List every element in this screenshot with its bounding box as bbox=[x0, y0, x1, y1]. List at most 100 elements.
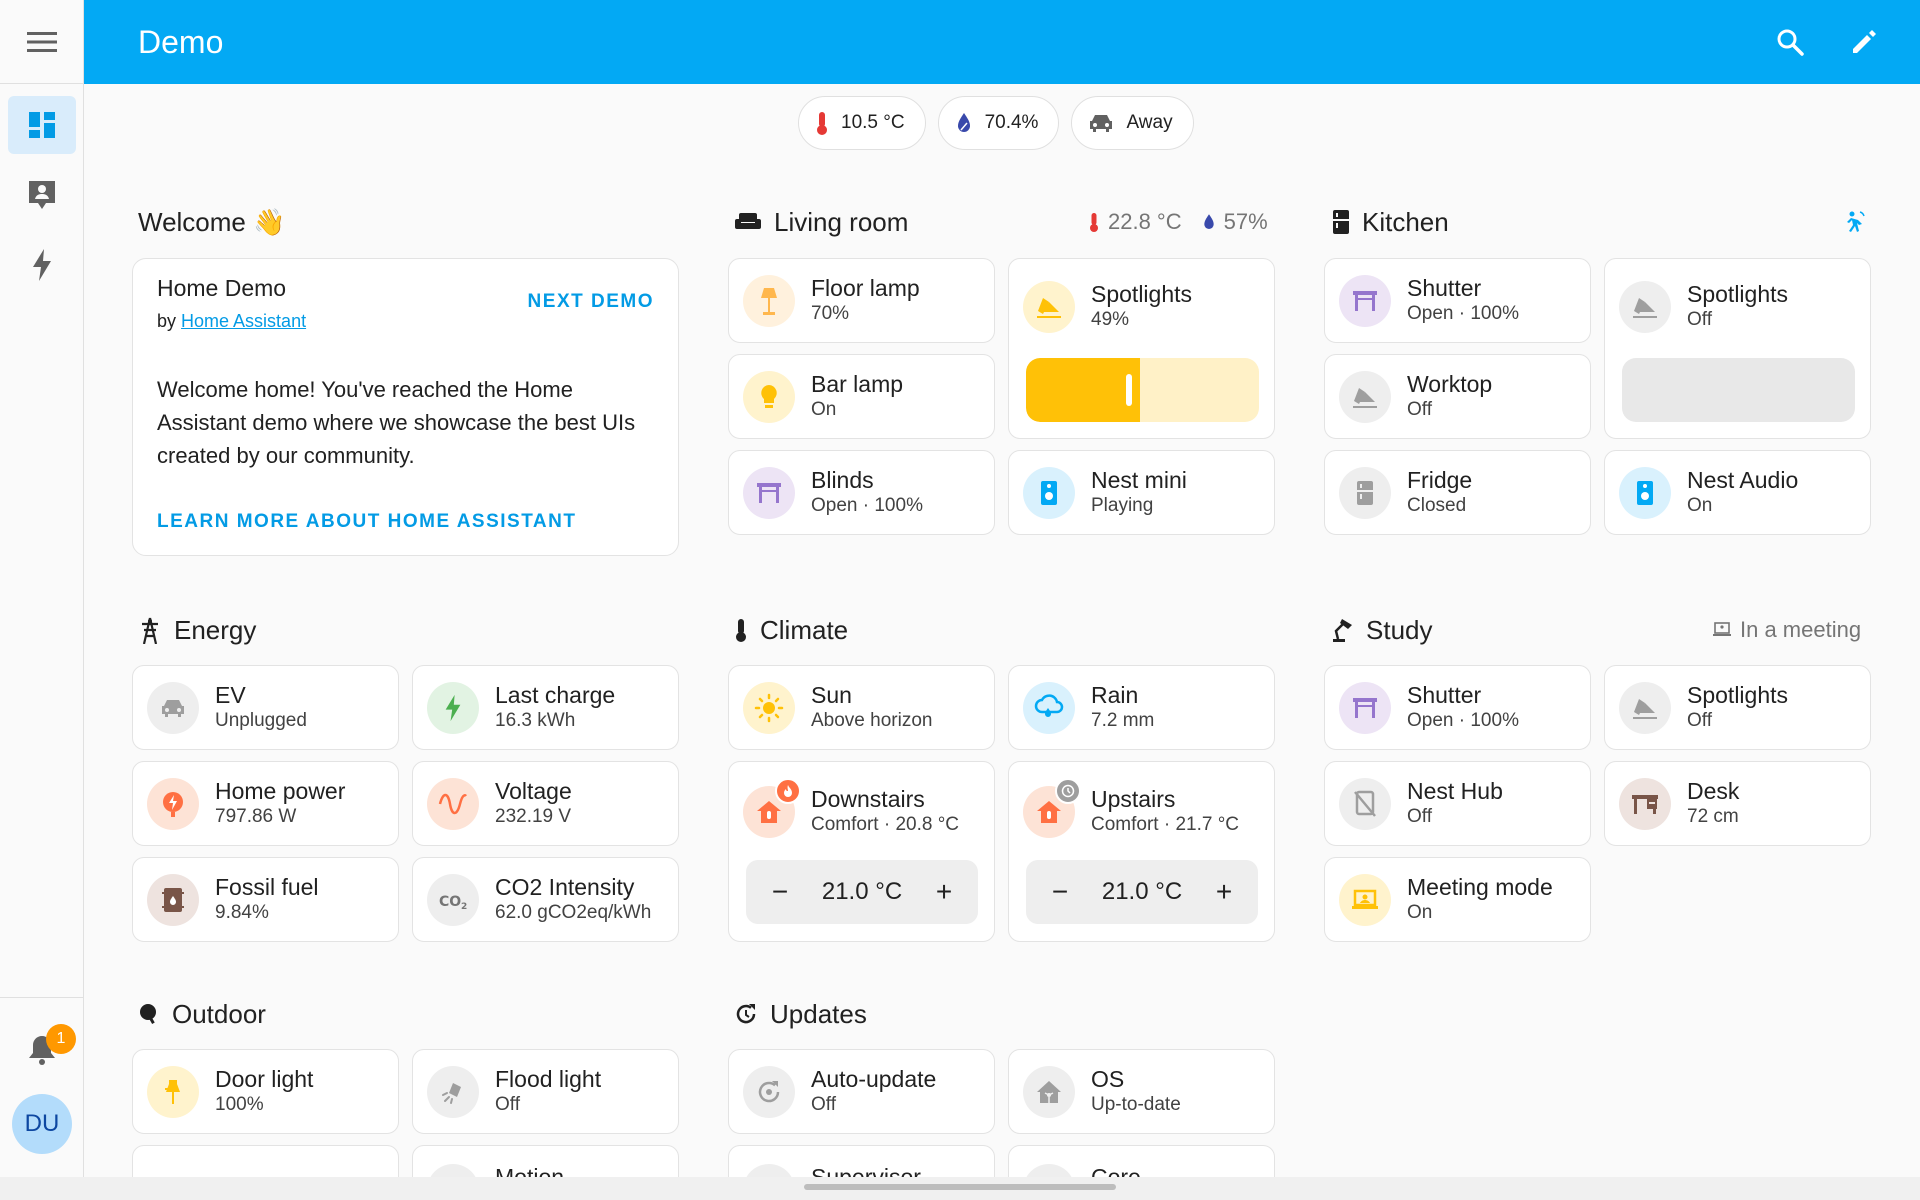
edit-dashboard-button[interactable] bbox=[1842, 20, 1886, 64]
tile-desk[interactable]: Desk 72 cm bbox=[1604, 761, 1871, 846]
molecule-co2-icon[interactable]: CO 2 bbox=[427, 873, 479, 926]
laptop-account-icon[interactable] bbox=[1339, 873, 1391, 926]
tile-study-spotlights[interactable]: Spotlights Off bbox=[1604, 665, 1871, 750]
badge-outdoor-temperature[interactable]: 10.5 °C bbox=[798, 96, 926, 150]
tile-bar-lamp[interactable]: Bar lamp On bbox=[728, 354, 995, 439]
tile-fossil-fuel[interactable]: Fossil fuel 9.84% bbox=[132, 857, 399, 942]
tile-blinds[interactable]: Blinds Open · 100% bbox=[728, 450, 995, 535]
tile-name: Shutter bbox=[1407, 682, 1482, 708]
tile-floor-lamp[interactable]: Floor lamp 70% bbox=[728, 258, 995, 343]
decrease-temperature-button[interactable]: − bbox=[1048, 876, 1072, 908]
user-avatar[interactable]: DU bbox=[12, 1094, 72, 1154]
learn-more-link[interactable]: LEARN MORE ABOUT HOME ASSISTANT bbox=[157, 511, 576, 533]
desk-icon[interactable] bbox=[1619, 777, 1671, 830]
laptop-account-icon bbox=[1713, 622, 1731, 636]
tile-state: 100% bbox=[215, 1094, 264, 1115]
tile-state: Unplugged bbox=[215, 710, 307, 731]
home-assistant-icon[interactable] bbox=[1023, 1065, 1075, 1118]
tile-study-shutter[interactable]: Shutter Open · 100% bbox=[1324, 665, 1591, 750]
badge-value: 10.5 °C bbox=[841, 112, 905, 133]
top-app-bar: Demo bbox=[84, 0, 1920, 84]
blinds-open-icon[interactable] bbox=[743, 466, 795, 519]
tile-state: Comfort · 20.8 °C bbox=[811, 814, 960, 835]
welcome-card-title: Home Demo bbox=[157, 275, 287, 301]
tile-door-light[interactable]: Door light 100% bbox=[132, 1049, 399, 1134]
spotlight-icon[interactable] bbox=[1619, 681, 1671, 734]
tile-home-power[interactable]: Home power 797.86 W bbox=[132, 761, 399, 846]
sidebar-item-map[interactable] bbox=[8, 166, 76, 224]
sidebar-item-energy[interactable] bbox=[8, 236, 76, 294]
tile-meeting-mode[interactable]: Meeting mode On bbox=[1324, 857, 1591, 942]
home-thermometer-icon[interactable] bbox=[743, 778, 801, 838]
home-thermometer-icon[interactable] bbox=[1023, 778, 1081, 838]
power-plug-icon[interactable] bbox=[147, 777, 199, 830]
section-title-text: Climate bbox=[760, 614, 849, 645]
lightbulb-icon[interactable] bbox=[743, 370, 795, 423]
spotlights-brightness-slider[interactable] bbox=[1026, 358, 1259, 422]
tile-nest-mini[interactable]: Nest mini Playing bbox=[1008, 450, 1275, 535]
fridge-icon[interactable] bbox=[1339, 466, 1391, 519]
badge-outdoor-humidity[interactable]: 70.4% bbox=[937, 96, 1060, 150]
tile-flood-light[interactable]: Flood light Off bbox=[412, 1049, 679, 1134]
outdoor-lamp-icon[interactable] bbox=[147, 1065, 199, 1118]
next-demo-button[interactable]: NEXT DEMO bbox=[528, 291, 654, 313]
tile-name: Spotlights bbox=[1687, 281, 1789, 307]
tile-sun[interactable]: Sun Above horizon bbox=[728, 665, 995, 750]
lightning-icon[interactable] bbox=[427, 681, 479, 734]
tile-state: 9.84% bbox=[215, 902, 269, 923]
spotlight-icon[interactable] bbox=[1339, 370, 1391, 423]
tile-kitchen-shutter[interactable]: Shutter Open · 100% bbox=[1324, 258, 1591, 343]
tile-voltage[interactable]: Voltage 232.19 V bbox=[412, 761, 679, 846]
tile-state: Off bbox=[1407, 399, 1432, 420]
tile-ev[interactable]: EV Unplugged bbox=[132, 665, 399, 750]
auto-update-icon[interactable] bbox=[743, 1065, 795, 1118]
study-status: In a meeting bbox=[1712, 610, 1861, 650]
section-title-welcome: Welcome 👋 bbox=[138, 202, 285, 242]
tile-auto-update[interactable]: Auto-update Off bbox=[728, 1049, 995, 1134]
sine-wave-icon[interactable] bbox=[427, 777, 479, 830]
badge-car-location[interactable]: Away bbox=[1071, 96, 1194, 150]
tile-worktop[interactable]: Worktop Off bbox=[1324, 354, 1591, 439]
search-button[interactable] bbox=[1768, 20, 1812, 64]
decrease-temperature-button[interactable]: − bbox=[768, 876, 792, 908]
spotlight-icon[interactable] bbox=[1619, 281, 1671, 333]
tile-name: Nest Hub bbox=[1407, 778, 1503, 804]
tablet-off-icon[interactable] bbox=[1339, 777, 1391, 830]
sun-icon[interactable] bbox=[743, 681, 795, 734]
tile-last-charge[interactable]: Last charge 16.3 kWh bbox=[412, 665, 679, 750]
tile-nest-audio[interactable]: Nest Audio On bbox=[1604, 450, 1871, 535]
window-shutter-icon[interactable] bbox=[1339, 274, 1391, 327]
kitchen-spotlights-brightness-slider[interactable] bbox=[1622, 358, 1855, 422]
tile-rain[interactable]: Rain 7.2 mm bbox=[1008, 665, 1275, 750]
sidebar-item-overview[interactable] bbox=[7, 96, 76, 154]
car-icon bbox=[1090, 115, 1113, 132]
increase-temperature-button[interactable]: + bbox=[1212, 876, 1236, 908]
window-shutter-icon[interactable] bbox=[1339, 681, 1391, 734]
badge-value: Away bbox=[1126, 112, 1173, 133]
tile-state: 62.0 gCO2eq/kWh bbox=[495, 902, 652, 923]
horizontal-scrollbar[interactable] bbox=[804, 1184, 1116, 1190]
fridge-icon bbox=[1333, 210, 1349, 234]
update-icon bbox=[736, 1004, 756, 1024]
increase-temperature-button[interactable]: + bbox=[932, 876, 956, 908]
speaker-icon[interactable] bbox=[1023, 466, 1075, 519]
tile-name: Nest Audio bbox=[1687, 467, 1799, 493]
spotlight-icon[interactable] bbox=[1023, 281, 1075, 333]
weather-rainy-icon[interactable] bbox=[1023, 681, 1075, 734]
barrel-icon[interactable] bbox=[147, 873, 199, 926]
car-icon[interactable] bbox=[147, 681, 199, 734]
motion-sensor-icon[interactable] bbox=[1842, 210, 1866, 239]
tile-name: Auto-update bbox=[811, 1066, 937, 1092]
slider-handle[interactable] bbox=[1126, 374, 1132, 406]
home-assistant-link[interactable]: Home Assistant bbox=[181, 311, 306, 331]
tile-os[interactable]: OS Up-to-date bbox=[1008, 1049, 1275, 1134]
floor-lamp-icon[interactable] bbox=[743, 274, 795, 327]
section-title-outdoor: Outdoor bbox=[138, 994, 266, 1034]
flood-light-icon[interactable] bbox=[427, 1065, 479, 1118]
menu-button[interactable] bbox=[20, 20, 64, 64]
tile-fridge[interactable]: Fridge Closed bbox=[1324, 450, 1591, 535]
section-title-text: Updates bbox=[770, 998, 867, 1029]
tile-co2-intensity[interactable]: CO 2 CO2 Intensity 62.0 gCO2eq/kWh bbox=[412, 857, 679, 942]
tile-nest-hub[interactable]: Nest Hub Off bbox=[1324, 761, 1591, 846]
speaker-icon[interactable] bbox=[1619, 466, 1671, 519]
